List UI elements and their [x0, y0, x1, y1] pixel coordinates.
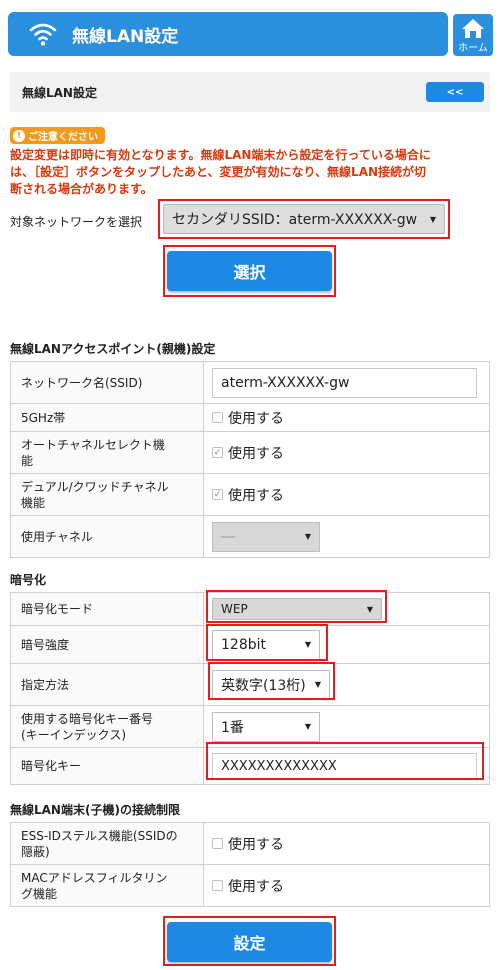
dual-channel-label: デュアル/クワッドチャネル 機能	[10, 473, 204, 516]
ap-section-title: 無線LANアクセスポイント(親機)設定	[10, 342, 216, 356]
caution-message: 設定変更は即時に有効となります。無線LAN端末から設定を行っている場合に は、［…	[10, 147, 492, 198]
caution-badge: ! ご注意ください	[10, 127, 105, 144]
band-5ghz-checkbox[interactable]	[212, 412, 223, 423]
wifi-icon	[28, 21, 58, 47]
table-row: デュアル/クワッドチャネル 機能 ✓ 使用する	[10, 473, 490, 516]
checkbox-label: 使用する	[228, 878, 284, 895]
table-row: 5GHz帯 使用する	[10, 403, 490, 432]
ssid-input[interactable]: aterm-XXXXXX-gw	[212, 367, 477, 398]
enc-strength-label: 暗号強度	[10, 625, 204, 664]
enc-mode-label: 暗号化モード	[10, 592, 204, 626]
enc-section-title: 暗号化	[10, 573, 47, 587]
key-method-label: 指定方法	[10, 663, 204, 706]
table-row: オートチャネルセレクト機能 ✓ 使用する	[10, 431, 490, 474]
enc-key-label: 暗号化キー	[10, 747, 204, 785]
highlight-frame	[208, 662, 335, 700]
mac-filter-checkbox[interactable]	[212, 880, 223, 891]
home-label: ホーム	[458, 43, 488, 54]
target-network-select[interactable]: セカンダリSSID：aterm-XXXXXX-gw ▼	[163, 204, 445, 234]
dropdown-arrow-icon: ▼	[429, 214, 436, 224]
channel-select[interactable]: ― ▼	[212, 521, 320, 552]
highlight-frame	[206, 590, 387, 623]
caution-line: 断される場合があります。	[10, 182, 153, 196]
stealth-label: ESS-IDステルス機能(SSIDの 隠蔽)	[10, 822, 204, 865]
mac-filter-label: MACアドレスフィルタリン グ機能	[10, 864, 204, 907]
back-button[interactable]: <<	[426, 82, 484, 102]
channel-label: 使用チャネル	[10, 515, 204, 558]
target-network-label: 対象ネットワークを選択	[10, 215, 143, 229]
home-icon	[460, 17, 486, 43]
caution-line: 設定変更は即時に有効となります。無線LAN端末から設定を行っている場合に	[10, 148, 431, 162]
checkbox-label: 使用する	[228, 445, 284, 462]
dropdown-arrow-icon: ▼	[304, 722, 311, 731]
checkbox-label: 使用する	[228, 410, 284, 427]
limit-settings-table: ESS-IDステルス機能(SSIDの 隠蔽) 使用する MACアドレスフィルタリン…	[10, 822, 490, 907]
home-button[interactable]: ホーム	[453, 14, 493, 56]
table-row: ESS-IDステルス機能(SSIDの 隠蔽) 使用する	[10, 822, 490, 865]
caution-line: は、［設定］ボタンをタップしたあと、変更が有効になり、無線LAN接続が切	[10, 165, 427, 179]
auto-channel-label: オートチャネルセレクト機能	[10, 431, 204, 474]
limit-section-title: 無線LAN端末(子機)の接続制限	[10, 803, 180, 817]
select-button[interactable]: 選択	[167, 251, 332, 291]
table-row: ネットワーク名(SSID) aterm-XXXXXX-gw	[10, 361, 490, 404]
key-index-select[interactable]: 1番 ▼	[212, 711, 320, 742]
auto-channel-checkbox[interactable]: ✓	[212, 447, 223, 458]
ap-settings-table: ネットワーク名(SSID) aterm-XXXXXX-gw 5GHz帯 使用する…	[10, 361, 490, 558]
section-title: 無線LAN設定	[22, 85, 97, 100]
header-bar: 無線LAN設定	[8, 12, 448, 56]
table-row: 使用チャネル ― ▼	[10, 515, 490, 558]
table-row: MACアドレスフィルタリン グ機能 使用する	[10, 864, 490, 907]
section-bar: 無線LAN設定	[10, 72, 490, 112]
dropdown-arrow-icon: ▼	[304, 532, 311, 541]
stealth-checkbox[interactable]	[212, 838, 223, 849]
band-label: 5GHz帯	[10, 403, 204, 432]
key-index-label: 使用する暗号化キー番号 (キーインデックス)	[10, 705, 204, 748]
highlight-frame	[206, 624, 328, 661]
checkbox-label: 使用する	[228, 487, 284, 504]
page-title: 無線LAN設定	[72, 26, 179, 47]
exclamation-icon: !	[13, 129, 25, 142]
ssid-label: ネットワーク名(SSID)	[10, 361, 204, 404]
dual-channel-checkbox[interactable]: ✓	[212, 489, 223, 500]
submit-button[interactable]: 設定	[167, 922, 332, 962]
target-network-value: セカンダリSSID：aterm-XXXXXX-gw	[172, 212, 418, 228]
caution-badge-label: ご注意ください	[28, 132, 98, 143]
highlight-frame	[206, 742, 484, 780]
checkbox-label: 使用する	[228, 836, 284, 853]
